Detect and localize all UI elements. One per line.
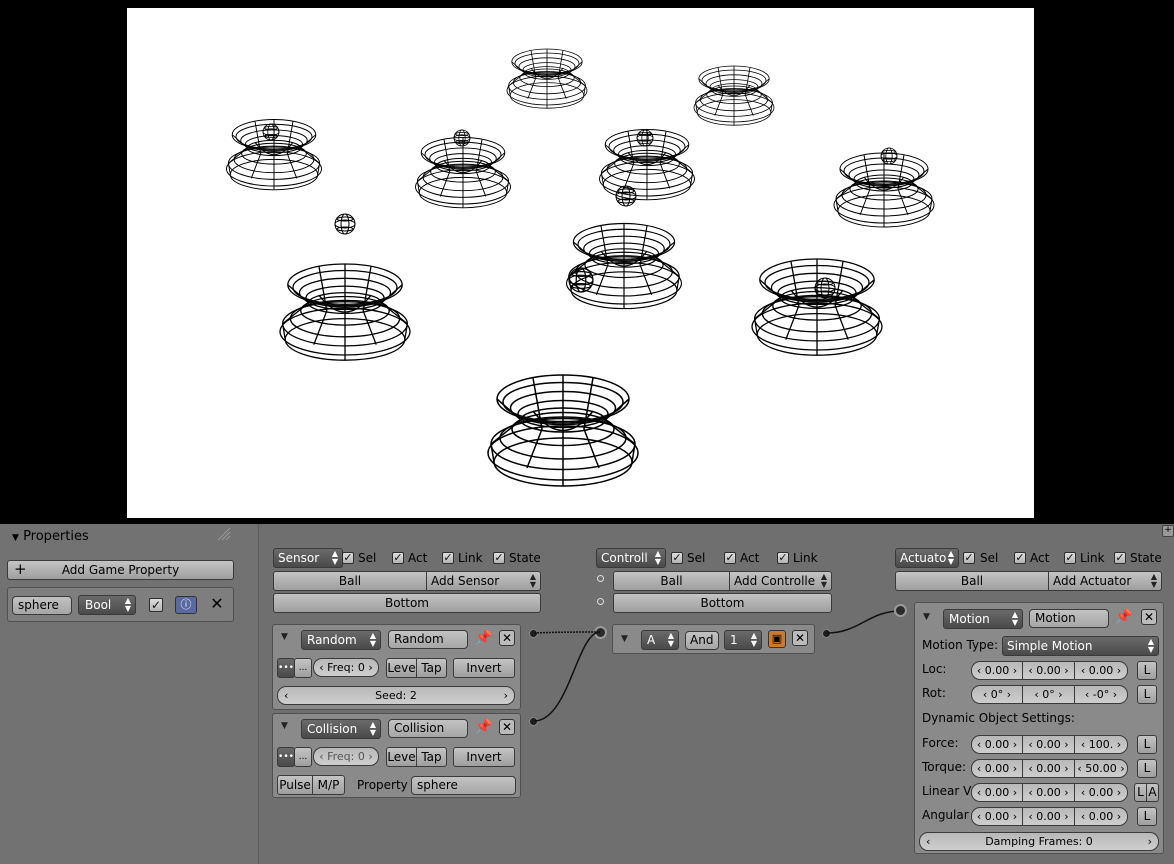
properties-title: Properties [23,529,89,544]
add-actuator-select[interactable]: Add Actuator ▲ ▼ [1048,571,1162,591]
actuator-sel-label: Sel [980,551,999,565]
force-y-field[interactable]: ‹ 0.00 › [1022,735,1075,754]
angular-velocity-label: Angular [922,808,969,822]
actuator-type-select[interactable]: Motion ▲ ▼ [943,609,1023,629]
wire-bowl [487,374,639,487]
wire-bowl [279,263,411,361]
game-property-row: sphere Bool ▲ ▼ ✓ ⓘ ✕ [7,587,234,622]
wire-bowl [693,65,775,126]
remove-property-icon[interactable]: ✕ [208,595,226,613]
actuator-input-socket[interactable] [894,604,907,617]
info-debug-icon[interactable]: ⓘ [175,596,197,614]
actuator-sel-checkbox[interactable]: ✓ [963,552,975,564]
loc-z-field[interactable]: ‹ 0.00 › [1074,661,1128,680]
updown-arrows-icon: ▲ ▼ [947,549,954,566]
remove-actuator-icon[interactable]: ✕ [1141,609,1157,625]
rot-local-toggle[interactable]: L [1137,685,1157,704]
game-render-canvas[interactable] [127,8,1034,518]
property-name-field[interactable]: sphere [12,596,72,615]
rot-y-field[interactable]: ‹ 0° › [1022,685,1075,704]
rot-x-field[interactable]: ‹ 0° › [971,685,1023,704]
torque-x-field[interactable]: ‹ 0.00 › [971,759,1023,778]
actuator-column-select[interactable]: Actuato ▲ ▼ [895,548,959,568]
wire-bowl [833,152,935,228]
loc-x-field[interactable]: ‹ 0.00 › [971,661,1023,680]
actuator-link-checkbox[interactable]: ✓ [1064,552,1076,564]
linv-z-field[interactable]: ‹ 0.00 › [1074,783,1128,802]
properties-header[interactable]: ▼ Properties [12,529,89,546]
pin-icon[interactable]: 📌 [1115,609,1132,625]
torque-label: Torque: [922,760,967,774]
wire-bowl [415,137,511,209]
torque-z-field[interactable]: ‹ 50.00 › [1074,759,1128,778]
right-arrow-icon: › [1147,835,1152,848]
actuator-act-checkbox[interactable]: ✓ [1014,552,1026,564]
linv-x-field[interactable]: ‹ 0.00 › [971,783,1023,802]
linear-velocity-label: Linear V [922,784,972,798]
linv-y-field[interactable]: ‹ 0.00 › [1022,783,1075,802]
plus-icon: + [14,560,27,578]
force-local-toggle[interactable]: L [1137,735,1157,754]
wire-ball [636,129,654,147]
dynamic-settings-label: Dynamic Object Settings: [922,711,1075,725]
ang-y-field[interactable]: ‹ 0.00 › [1022,807,1075,826]
motion-type-select[interactable]: Simple Motion ▲ ▼ [1002,636,1159,656]
wire-bowl [565,222,683,310]
loc-local-toggle[interactable]: L [1137,661,1157,680]
property-value-checkbox[interactable]: ✓ [149,598,163,612]
actuator-object-ball[interactable]: Ball [895,571,1049,591]
linv-add-toggle[interactable]: A [1146,783,1159,802]
wire-bowl [599,129,695,201]
add-game-property-button[interactable]: + Add Game Property [7,560,234,580]
torque-y-field[interactable]: ‹ 0.00 › [1022,759,1075,778]
updown-arrows-icon: ▲ ▼ [1147,637,1154,654]
ang-z-field[interactable]: ‹ 0.00 › [1074,807,1128,826]
properties-panel: ▼ Properties + Add Game Property sphere … [0,524,259,864]
actuator-act-label: Act [1030,551,1050,565]
wire-ball [334,213,356,235]
ang-x-field[interactable]: ‹ 0.00 › [971,807,1023,826]
resize-grip-icon[interactable] [216,527,232,541]
updown-arrows-icon: ▲ ▼ [1011,610,1018,627]
loc-label: Loc: [922,662,947,676]
loc-y-field[interactable]: ‹ 0.00 › [1022,661,1075,680]
property-type-select[interactable]: Bool ▲ ▼ [78,595,136,615]
updown-arrows-icon: ▲ ▼ [1150,572,1157,589]
collapse-triangle-icon[interactable]: ▼ [923,609,930,625]
wireframe-scene [226,48,935,487]
torque-local-toggle[interactable]: L [1137,759,1157,778]
updown-arrows-icon: ▲ ▼ [124,596,131,613]
left-arrow-icon: ‹ [926,835,931,848]
actuator-link-label: Link [1080,551,1105,565]
force-label: Force: [922,736,959,750]
damping-frames-field[interactable]: ‹ Damping Frames: 0 › [919,832,1159,851]
wire-ball [262,123,280,141]
actuator-name-field[interactable]: Motion [1029,609,1109,628]
actuator-state-checkbox[interactable]: ✓ [1114,552,1126,564]
logic-editor: + Sensor ▲ ▼ ✓ Sel ✓ Act ✓ Link ✓ State B… [259,524,1174,864]
motion-type-label: Motion Type: [922,638,999,652]
collapse-triangle-icon[interactable]: ▼ [12,533,19,543]
force-x-field[interactable]: ‹ 0.00 › [971,735,1023,754]
actuator-motion-panel: ▼ Motion ▲ ▼ Motion 📌 ✕ Motion Type: Simp… [914,602,1164,854]
wire-bowl [506,48,588,109]
ang-local-toggle[interactable]: L [1137,807,1157,826]
actuator-state-label: State [1130,551,1162,565]
wire-ball [880,147,898,165]
3d-viewport[interactable] [0,0,1174,524]
wire-bowl [751,258,883,356]
rot-z-field[interactable]: ‹ -0° › [1074,685,1128,704]
force-z-field[interactable]: ‹ 100. › [1074,735,1128,754]
rot-label: Rot: [922,686,946,700]
